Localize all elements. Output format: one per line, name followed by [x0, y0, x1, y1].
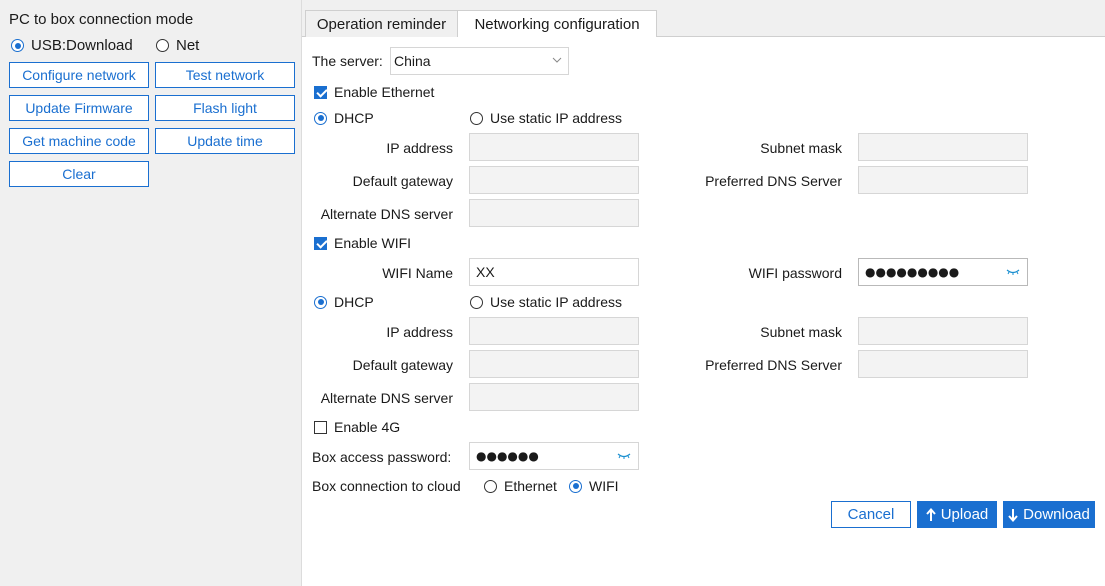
- ethernet-subnet-label: Subnet mask: [760, 140, 842, 156]
- ethernet-static-ip-label: Use static IP address: [490, 110, 623, 126]
- wifi-password-input[interactable]: ●●●●●●●●●: [858, 258, 1028, 286]
- box-password-input[interactable]: ●●●●●●: [469, 442, 639, 470]
- wifi-ip-label: IP address: [386, 324, 453, 340]
- radio-icon: [470, 295, 483, 309]
- wifi-alt-dns-label: Alternate DNS server: [320, 390, 453, 406]
- wifi-password-label: WIFI password: [748, 265, 842, 281]
- checkbox-icon: [314, 420, 327, 434]
- wifi-static-ip-radio[interactable]: Use static IP address: [470, 294, 622, 310]
- cancel-label: Cancel: [847, 506, 895, 523]
- tab-strip: Operation reminder Networking configurat…: [302, 0, 1105, 38]
- arrow-up-icon: [925, 507, 936, 521]
- radio-icon: [484, 479, 497, 493]
- mode-net-radio[interactable]: Net: [156, 37, 199, 54]
- server-select[interactable]: China: [390, 47, 569, 75]
- wifi-subnet-input[interactable]: [858, 317, 1028, 345]
- update-time-button[interactable]: Update time: [155, 128, 295, 154]
- wifi-dhcp-label: DHCP: [334, 294, 374, 310]
- wifi-subnet-label: Subnet mask: [760, 324, 842, 340]
- radio-icon: [156, 39, 169, 52]
- box-password-label: Box access password:: [312, 449, 452, 465]
- chevron-down-icon: [552, 57, 562, 63]
- mode-net-label: Net: [176, 37, 200, 54]
- ethernet-dhcp-radio[interactable]: DHCP: [314, 110, 374, 126]
- clear-button[interactable]: Clear: [9, 161, 149, 187]
- cloud-wifi-label: WIFI: [589, 478, 619, 494]
- get-machine-code-button[interactable]: Get machine code: [9, 128, 149, 154]
- wifi-static-ip-label: Use static IP address: [490, 294, 623, 310]
- upload-button[interactable]: Upload: [917, 501, 997, 528]
- radio-icon: [11, 39, 24, 52]
- radio-icon: [470, 111, 483, 125]
- cloud-wifi-radio[interactable]: WIFI: [569, 478, 619, 494]
- cloud-ethernet-radio[interactable]: Ethernet: [484, 478, 557, 494]
- wifi-name-input[interactable]: [469, 258, 639, 286]
- server-label: The server:: [312, 53, 383, 69]
- enable-wifi-label: Enable WIFI: [334, 235, 412, 251]
- radio-icon: [314, 295, 327, 309]
- wifi-name-value[interactable]: [470, 259, 638, 285]
- flash-light-button[interactable]: Flash light: [155, 95, 295, 121]
- arrow-down-icon: [1008, 508, 1018, 522]
- networking-configuration-panel: The server: China Enable Ethernet DHCP U…: [302, 37, 1105, 586]
- box-password-value: ●●●●●●: [476, 449, 539, 463]
- ethernet-subnet-input[interactable]: [858, 133, 1028, 161]
- wifi-pref-dns-label: Preferred DNS Server: [705, 357, 842, 373]
- connection-mode-title: PC to box connection mode: [9, 11, 194, 28]
- radio-icon: [314, 111, 327, 125]
- ethernet-static-ip-radio[interactable]: Use static IP address: [470, 110, 622, 126]
- radio-icon: [569, 479, 582, 493]
- cancel-button[interactable]: Cancel: [831, 501, 911, 528]
- wifi-gateway-label: Default gateway: [352, 357, 453, 373]
- wifi-alt-dns-input[interactable]: [469, 383, 639, 411]
- ethernet-pref-dns-input[interactable]: [858, 166, 1028, 194]
- wifi-password-value: ●●●●●●●●●: [865, 265, 960, 279]
- wifi-pref-dns-input[interactable]: [858, 350, 1028, 378]
- upload-label: Upload: [940, 506, 989, 523]
- enable-ethernet-label: Enable Ethernet: [334, 84, 435, 100]
- server-value: China: [394, 53, 431, 69]
- ethernet-alt-dns-label: Alternate DNS server: [320, 206, 453, 222]
- wifi-dhcp-radio[interactable]: DHCP: [314, 294, 374, 310]
- download-label: Download: [1023, 506, 1090, 523]
- update-firmware-button[interactable]: Update Firmware: [9, 95, 149, 121]
- cloud-connection-label: Box connection to cloud: [312, 478, 461, 494]
- ethernet-ip-input[interactable]: [469, 133, 639, 161]
- checkbox-icon: [314, 236, 327, 250]
- download-button[interactable]: Download: [1003, 501, 1095, 528]
- tab-operation-reminder[interactable]: Operation reminder: [305, 10, 458, 38]
- ethernet-gateway-label: Default gateway: [352, 173, 453, 189]
- ethernet-ip-label: IP address: [386, 140, 453, 156]
- eye-closed-icon[interactable]: [616, 450, 632, 462]
- enable-ethernet-checkbox[interactable]: Enable Ethernet: [314, 84, 434, 100]
- enable-4g-label: Enable 4G: [334, 419, 401, 435]
- tab-networking-configuration[interactable]: Networking configuration: [457, 10, 657, 38]
- ethernet-pref-dns-label: Preferred DNS Server: [705, 173, 842, 189]
- wifi-name-label: WIFI Name: [382, 265, 453, 281]
- enable-4g-checkbox[interactable]: Enable 4G: [314, 419, 400, 435]
- checkbox-icon: [314, 85, 327, 99]
- configure-network-button[interactable]: Configure network: [9, 62, 149, 88]
- mode-usb-label: USB:Download: [31, 37, 133, 54]
- ethernet-alt-dns-input[interactable]: [469, 199, 639, 227]
- eye-closed-icon[interactable]: [1005, 266, 1021, 278]
- connection-panel: PC to box connection mode USB:Download N…: [0, 0, 302, 586]
- ethernet-gateway-input[interactable]: [469, 166, 639, 194]
- cloud-ethernet-label: Ethernet: [504, 478, 557, 494]
- ethernet-dhcp-label: DHCP: [334, 110, 374, 126]
- mode-usb-radio[interactable]: USB:Download: [11, 37, 133, 54]
- test-network-button[interactable]: Test network: [155, 62, 295, 88]
- wifi-gateway-input[interactable]: [469, 350, 639, 378]
- wifi-ip-input[interactable]: [469, 317, 639, 345]
- enable-wifi-checkbox[interactable]: Enable WIFI: [314, 235, 411, 251]
